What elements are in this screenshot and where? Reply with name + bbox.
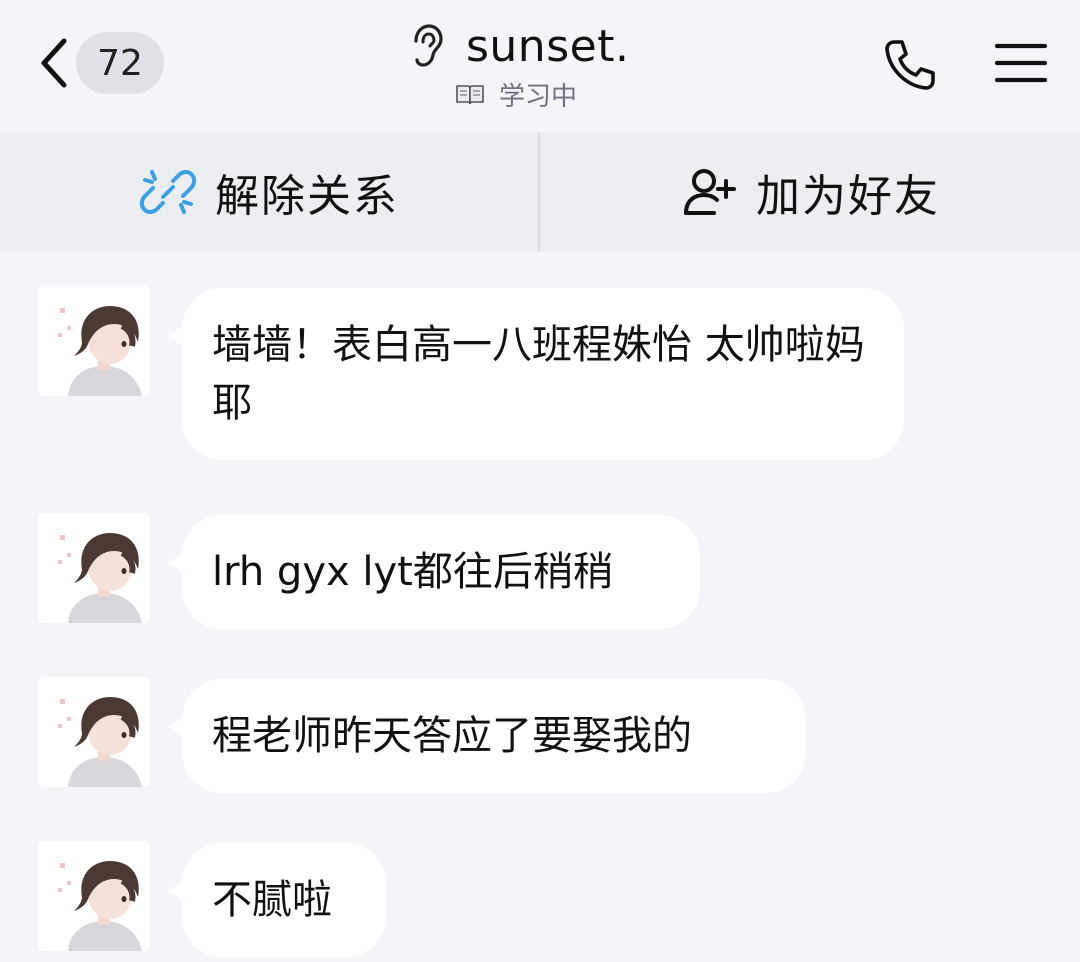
status-text: 学习中 (499, 81, 578, 112)
add-user-icon (680, 163, 738, 221)
message-bubble[interactable]: 不腻啦 (168, 843, 386, 957)
book-icon (455, 82, 485, 106)
message-bubble[interactable]: 程老师昨天答应了要娶我的 (168, 679, 806, 793)
broken-link-icon (139, 163, 197, 221)
message-text: 不腻啦 (212, 877, 332, 923)
add-friend-label: 加为好友 (756, 171, 940, 222)
message-bubble[interactable]: 墙墙！表白高一八班程姝怡 太帅啦妈耶 (168, 288, 904, 460)
back-button[interactable]: 72 (36, 30, 164, 96)
phone-icon[interactable] (880, 36, 938, 94)
message-text: lrh gyx lyt都往后稍稍 (212, 549, 613, 595)
chat-header: 72 sunset. 学习中 (0, 0, 1080, 132)
relationship-action-bar: 解除关系 加为好友 (0, 132, 1080, 252)
unlink-relationship-label: 解除关系 (215, 171, 399, 222)
chat-title: sunset. (466, 20, 630, 72)
avatar[interactable] (38, 513, 150, 623)
unlink-relationship-button[interactable]: 解除关系 (0, 132, 540, 252)
chat-title-area[interactable]: sunset. 学习中 (340, 18, 740, 118)
avatar[interactable] (38, 677, 150, 787)
unread-count-badge: 72 (76, 32, 164, 94)
chevron-left-icon (36, 33, 72, 93)
avatar[interactable] (38, 286, 150, 396)
add-friend-button[interactable]: 加为好友 (540, 132, 1080, 252)
avatar[interactable] (38, 841, 150, 951)
message-text: 程老师昨天答应了要娶我的 (212, 713, 692, 759)
ear-icon (410, 23, 444, 69)
message-text: 墙墙！表白高一八班程姝怡 太帅啦妈耶 (212, 322, 865, 426)
menu-icon[interactable] (994, 40, 1048, 86)
message-bubble[interactable]: lrh gyx lyt都往后稍稍 (168, 515, 700, 629)
